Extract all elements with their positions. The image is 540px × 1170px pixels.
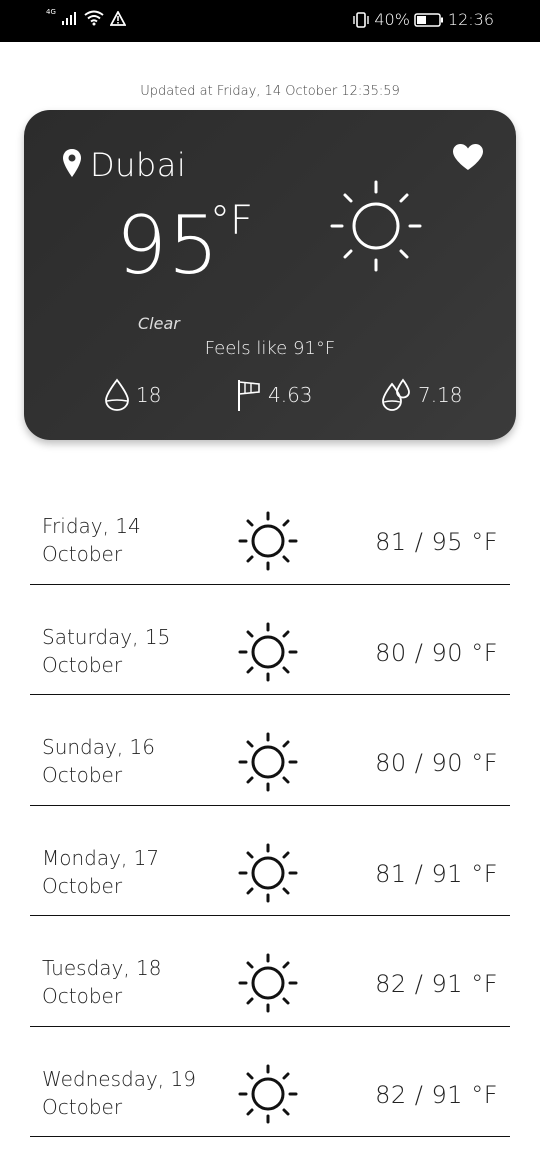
temperature-range: 81 / 91 °F (375, 859, 498, 888)
wind-value: 4.63 (268, 383, 313, 407)
status-right: 40% 12:36 (352, 10, 494, 29)
location-pin-icon (63, 149, 81, 177)
rain-drops-icon (382, 378, 410, 411)
forecast-month: October (42, 1094, 123, 1119)
forecast-day: Sunday, 16 (42, 735, 155, 759)
updated-timestamp: Updated at Friday, 14 October 12:35:59 (140, 84, 400, 99)
temperature-unit: °F (210, 198, 254, 244)
precipitation-metric: 7.18 (380, 378, 463, 412)
temperature-range: 80 / 90 °F (375, 749, 498, 777)
sun-icon (238, 732, 298, 792)
forecast-day: Monday, 17 (42, 845, 160, 870)
sun-icon (238, 622, 298, 681)
temperature-range: 82 / 91 °F (375, 1080, 498, 1109)
forecast-row[interactable]: Sunday, 16 October 80 / 90 °F (30, 695, 510, 806)
network-type-label: 4G (46, 8, 56, 16)
precipitation-value: 7.18 (418, 383, 463, 407)
temperature-range: 80 / 90 °F (375, 638, 498, 667)
forecast-date: Sunday, 16 October (42, 733, 222, 789)
forecast-day: Friday, 14 (42, 514, 141, 538)
clock: 12:36 (447, 10, 494, 29)
city-name[interactable]: Dubai (90, 146, 186, 184)
forecast-row[interactable]: Saturday, 15 October 80 / 90 °F (30, 585, 510, 695)
status-bar: 4G 40% 12:36 (0, 0, 540, 42)
wind-metric: 4.63 (236, 378, 313, 412)
status-left: 4G (46, 8, 126, 26)
wifi-icon (84, 10, 104, 26)
vibrate-icon (353, 11, 370, 28)
wind-flag-icon (238, 380, 260, 411)
forecast-month: October (42, 763, 123, 787)
heart-icon[interactable] (452, 143, 484, 171)
humidity-metric: 18 (104, 378, 161, 412)
sun-icon (238, 953, 298, 1013)
forecast-month: October (42, 873, 123, 898)
sun-icon (238, 1064, 298, 1123)
temperature-range: 81 / 95 °F (375, 528, 498, 556)
weather-condition: Clear (138, 314, 180, 333)
sun-icon (330, 180, 422, 272)
forecast-month: October (42, 984, 123, 1008)
forecast-list: Friday, 14 October 81 / 95 °F Saturday, … (30, 474, 510, 1137)
forecast-date: Friday, 14 October (42, 512, 222, 568)
forecast-row[interactable]: Tuesday, 18 October 82 / 91 °F (30, 916, 510, 1027)
forecast-date: Tuesday, 18 October (42, 954, 222, 1010)
sun-icon (238, 843, 298, 902)
sun-icon (238, 511, 298, 571)
humidity-value: 18 (136, 383, 162, 407)
forecast-date: Monday, 17 October (42, 844, 222, 900)
forecast-day: Tuesday, 18 (42, 956, 162, 980)
battery-percent: 40% (374, 10, 410, 29)
forecast-day: Saturday, 15 (42, 624, 171, 649)
forecast-date: Saturday, 15 October (42, 623, 222, 679)
forecast-row[interactable]: Monday, 17 October 81 / 91 °F (30, 806, 510, 916)
feels-like: Feels like 91°F (204, 338, 336, 359)
forecast-row[interactable]: Wednesday, 19 October 82 / 91 °F (30, 1027, 510, 1137)
forecast-month: October (42, 542, 123, 566)
battery-icon (414, 12, 443, 27)
forecast-row[interactable]: Friday, 14 October 81 / 95 °F (30, 474, 510, 585)
forecast-date: Wednesday, 19 October (42, 1065, 222, 1121)
current-temperature: 95 (116, 199, 220, 292)
forecast-month: October (42, 652, 123, 677)
temperature-range: 82 / 91 °F (375, 970, 498, 998)
warning-icon (109, 10, 126, 26)
forecast-day: Wednesday, 19 (42, 1066, 196, 1091)
water-drop-icon (105, 378, 129, 411)
signal-icon (61, 12, 76, 25)
current-weather-card: Dubai 95 °F Clear Feels like 91°F 18 4.6… (24, 110, 516, 440)
